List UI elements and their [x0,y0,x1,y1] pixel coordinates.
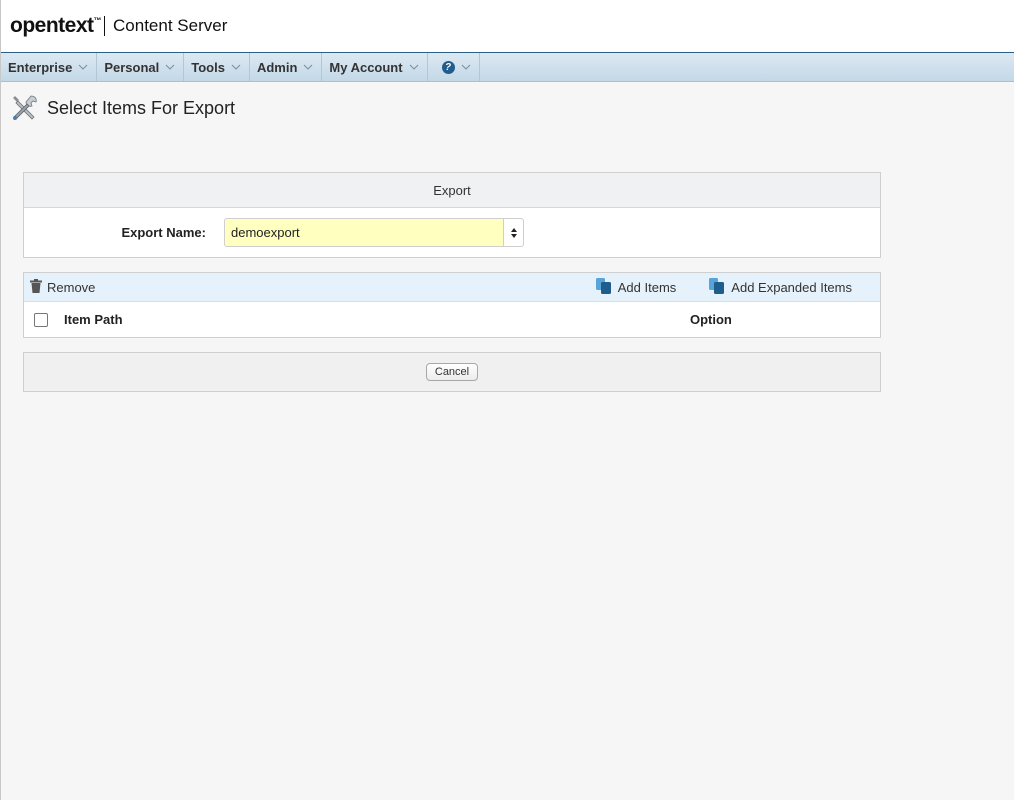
column-item-path: Item Path [64,312,123,327]
actions-bar: Cancel [23,352,881,392]
help-icon: ? [441,60,455,74]
export-name-label: Export Name: [121,225,206,240]
add-expanded-items-label: Add Expanded Items [731,279,852,295]
chevron-down-icon [165,62,175,72]
page-title: Select Items For Export [47,97,236,118]
main-nav: Enterprise Personal Tools Admin My Accou… [1,53,1014,82]
trash-icon [30,278,47,296]
select-all-checkbox[interactable] [34,312,48,327]
nav-help[interactable]: ? [428,53,480,81]
add-expanded-items-button[interactable]: Add Expanded Items [708,277,852,298]
nav-tools[interactable]: Tools [184,53,250,81]
remove-label: Remove [47,279,96,295]
items-section: Remove Add Items Add Expanded Items Item… [23,272,881,338]
logo-divider [104,16,106,36]
items-toolbar: Remove Add Items Add Expanded Items [24,273,880,302]
chevron-down-icon [461,62,471,72]
product-name: Content Server [113,16,228,35]
export-name-value: demoexport [231,225,300,240]
chevron-down-icon [78,62,88,72]
add-documents-icon [708,277,731,298]
export-name-row: Export Name: demoexport [24,208,880,257]
opentext-logo[interactable]: opentext™ [10,14,101,38]
nav-personal-label: Personal [104,59,160,75]
add-items-label: Add Items [617,279,677,295]
nav-enterprise[interactable]: Enterprise [1,53,98,81]
remove-button[interactable]: Remove [30,278,96,296]
export-panel: Export Export Name: demoexport Remove Ad… [23,172,881,392]
chevron-down-icon [303,62,313,72]
items-table-header: Item Path Option [24,302,880,337]
chevron-down-icon [231,62,241,72]
cancel-button[interactable]: Cancel [425,363,479,381]
export-section: Export Export Name: demoexport [23,172,881,258]
export-section-title: Export [24,173,880,208]
tools-icon [9,93,39,123]
export-name-select[interactable]: demoexport [224,218,524,247]
page-title-bar: Select Items For Export [1,82,1014,134]
nav-my-account[interactable]: My Account [322,53,428,81]
nav-tools-label: Tools [191,59,225,75]
nav-admin[interactable]: Admin [250,53,323,81]
nav-enterprise-label: Enterprise [8,59,73,75]
app-header: opentext™ Content Server [1,0,1014,53]
column-option: Option [690,312,732,327]
add-items-button[interactable]: Add Items [595,277,677,298]
select-arrows-icon[interactable] [503,219,523,246]
add-documents-icon [595,277,618,298]
nav-admin-label: Admin [256,59,298,75]
nav-my-account-label: My Account [329,59,403,75]
chevron-down-icon [409,62,419,72]
nav-personal[interactable]: Personal [97,53,185,81]
